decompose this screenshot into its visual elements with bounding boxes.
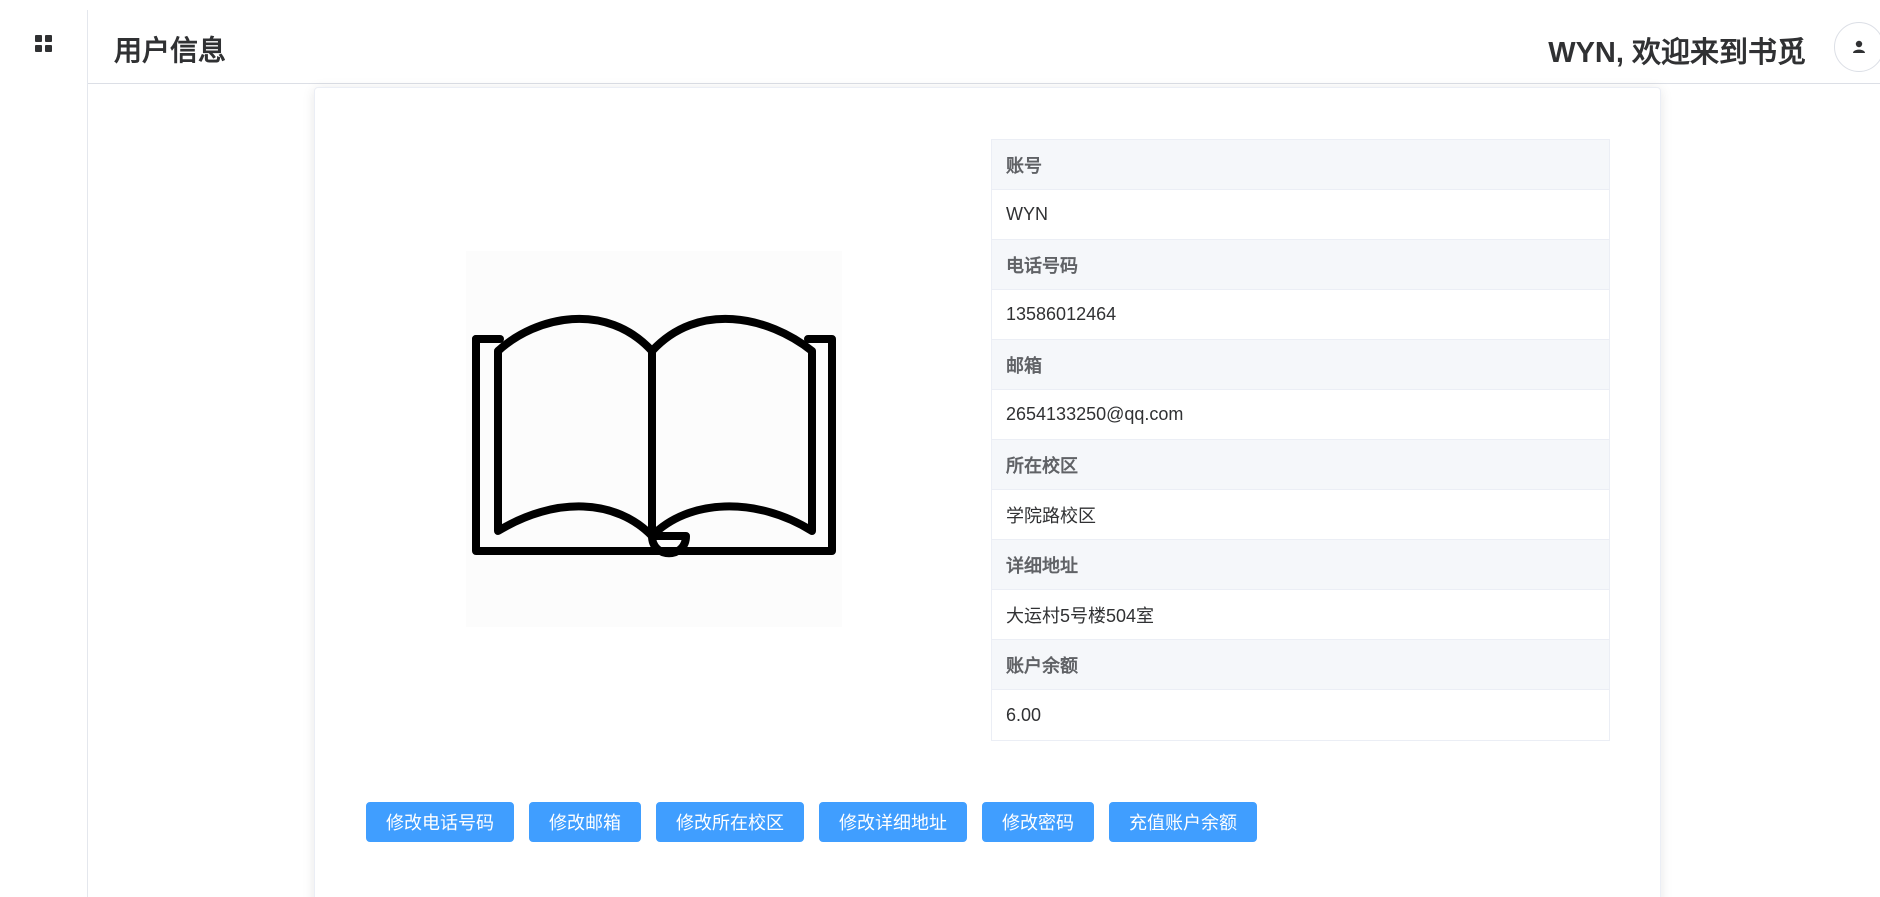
edit-password-button[interactable]: 修改密码	[982, 802, 1094, 842]
edit-email-button[interactable]: 修改邮箱	[529, 802, 641, 842]
edit-phone-button[interactable]: 修改电话号码	[366, 802, 514, 842]
book-image	[466, 251, 842, 627]
edit-campus-button[interactable]: 修改所在校区	[656, 802, 804, 842]
field-value-address: 大运村5号楼504室	[992, 590, 1609, 640]
avatar-button[interactable]	[1834, 22, 1880, 72]
sidebar-divider	[87, 10, 88, 897]
field-value-email: 2654133250@qq.com	[992, 390, 1609, 440]
welcome-message: WYN, 欢迎来到书觅	[1548, 37, 1806, 69]
sidebar-toggle-button[interactable]	[0, 0, 87, 86]
field-label-account: 账号	[992, 140, 1609, 190]
field-value-phone: 13586012464	[992, 290, 1609, 340]
field-label-balance: 账户余额	[992, 640, 1609, 690]
open-book-icon	[472, 314, 836, 558]
field-value-campus: 学院路校区	[992, 490, 1609, 540]
recharge-balance-button[interactable]: 充值账户余额	[1109, 802, 1257, 842]
action-buttons: 修改电话号码 修改邮箱 修改所在校区 修改详细地址 修改密码 充值账户余额	[366, 802, 1272, 842]
page-title: 用户信息	[114, 35, 227, 66]
field-value-account: WYN	[992, 190, 1609, 240]
field-value-balance: 6.00	[992, 690, 1609, 740]
user-icon	[1853, 40, 1865, 53]
grid-icon	[35, 34, 52, 52]
field-label-phone: 电话号码	[992, 240, 1609, 290]
field-label-address: 详细地址	[992, 540, 1609, 590]
profile-info-table: 账号 WYN 电话号码 13586012464 邮箱 2654133250@qq.com 所…	[991, 139, 1610, 741]
page-header: 用户信息 WYN, 欢迎来到书觅	[88, 0, 1880, 84]
field-label-email: 邮箱	[992, 340, 1609, 390]
field-label-campus: 所在校区	[992, 440, 1609, 490]
edit-address-button[interactable]: 修改详细地址	[819, 802, 967, 842]
